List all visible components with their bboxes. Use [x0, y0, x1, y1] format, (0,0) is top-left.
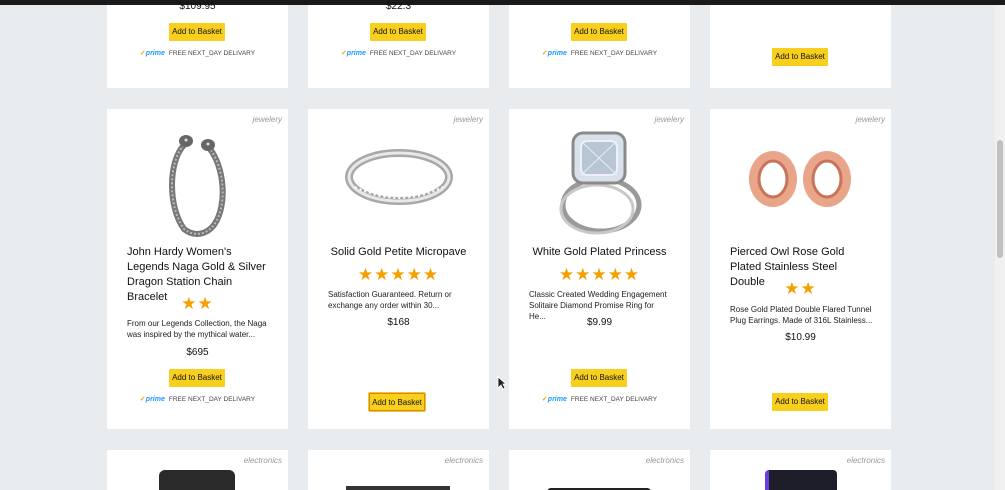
product-card[interactable]: electronics [710, 450, 891, 490]
mouse-cursor-icon [497, 376, 507, 390]
prime-logo-icon: ✓prime [139, 50, 165, 57]
product-image[interactable] [765, 470, 837, 490]
product-category: jewelery [855, 115, 885, 124]
product-grid: $109.95 Add to Basket ✓prime FREE NEXT_DA… [97, 1, 900, 490]
product-card[interactable]: electronics [308, 450, 489, 490]
delivery-info: ✓prime FREE NEXT_DAY DELIVARY [541, 50, 658, 57]
product-image[interactable] [346, 486, 450, 490]
product-category: electronics [645, 456, 684, 465]
product-category: jewelery [252, 115, 282, 124]
product-category: electronics [444, 456, 483, 465]
product-card[interactable]: jewelery White Gold Plated Princess ★★★★… [509, 109, 690, 429]
add-to-basket-button[interactable]: Add to Basket [571, 369, 627, 387]
rating-stars: ★★★★★ [558, 265, 641, 284]
product-price: $22.3 [385, 1, 412, 12]
product-image[interactable] [553, 127, 645, 237]
add-to-basket-button[interactable]: Add to Basket [370, 23, 426, 41]
prime-logo-icon: ✓prime [340, 50, 366, 57]
add-to-basket-button[interactable]: Add to Basket [169, 369, 225, 387]
prime-logo-icon: ✓prime [541, 396, 567, 403]
product-price: $10.99 [785, 332, 816, 343]
rating-stars: ★★ [784, 279, 817, 298]
product-category: jewelery [654, 115, 684, 124]
product-card: $22.3 Add to Basket ✓prime FREE NEXT_DAY … [308, 1, 489, 88]
product-card[interactable]: jewelery Pierced Owl Rose Gold Plated St… [710, 109, 891, 429]
product-description: Rose Gold Plated Double Flared Tunnel Pl… [730, 305, 873, 325]
product-image[interactable] [162, 127, 234, 237]
add-to-basket-button[interactable]: Add to Basket [772, 48, 828, 66]
delivery-info: ✓prime FREE NEXT_DAY DELIVARY [139, 396, 256, 403]
product-image[interactable] [159, 470, 235, 490]
scrollbar-thumb[interactable] [997, 140, 1003, 258]
product-image[interactable] [345, 147, 453, 207]
product-price: $695 [186, 347, 209, 358]
rating-stars: ★★ [181, 294, 214, 313]
product-price: $9.99 [586, 317, 613, 328]
add-to-basket-button[interactable]: Add to Basket [369, 393, 425, 411]
add-to-basket-button[interactable]: Add to Basket [772, 393, 828, 411]
prime-logo-icon: ✓prime [541, 50, 567, 57]
delivery-info: ✓prime FREE NEXT_DAY DELIVARY [541, 396, 658, 403]
vertical-scrollbar[interactable] [995, 5, 1005, 490]
product-card[interactable]: electronics [509, 450, 690, 490]
delivery-info: ✓prime FREE NEXT_DAY DELIVARY [139, 50, 256, 57]
product-description: From our Legends Collection, the Naga wa… [127, 319, 267, 339]
product-card[interactable]: jewelery John Hardy Women's Legends Naga… [107, 109, 288, 429]
rating-stars: ★★★★★ [357, 265, 440, 284]
prime-logo-icon: ✓prime [139, 396, 165, 403]
product-card[interactable]: jewelery Solid Gold Petite Micropave ★★★… [308, 109, 489, 429]
product-price: $168 [387, 317, 410, 328]
product-title[interactable]: White Gold Plated Princess [529, 245, 670, 260]
product-card: Add to Basket ✓prime FREE NEXT_DAY DELIVA… [509, 5, 690, 88]
product-card: $109.95 Add to Basket ✓prime FREE NEXT_DA… [107, 1, 288, 88]
product-card[interactable]: electronics [107, 450, 288, 490]
product-category: electronics [243, 456, 282, 465]
product-category: electronics [846, 456, 885, 465]
product-card: Add to Basket [710, 5, 891, 88]
product-image[interactable] [746, 147, 854, 211]
add-to-basket-button[interactable]: Add to Basket [571, 23, 627, 41]
product-title[interactable]: Solid Gold Petite Micropave [328, 245, 469, 260]
product-category: jewelery [453, 115, 483, 124]
add-to-basket-button[interactable]: Add to Basket [169, 23, 225, 41]
delivery-info: ✓prime FREE NEXT_DAY DELIVARY [340, 50, 457, 57]
product-description: Satisfaction Guaranteed. Return or excha… [328, 290, 452, 310]
product-price: $109.95 [179, 1, 216, 12]
